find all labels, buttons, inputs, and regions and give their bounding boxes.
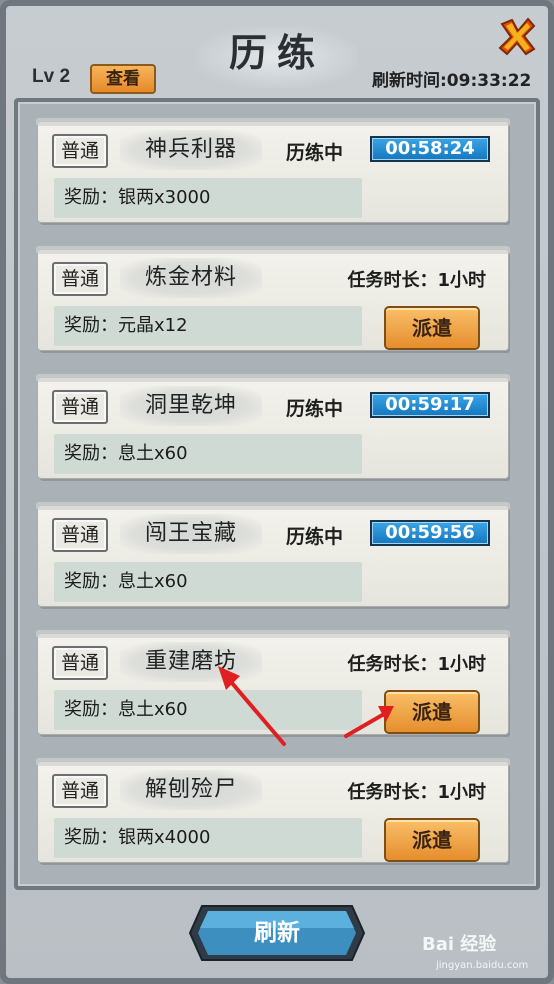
player-level: Lv 2 [32, 66, 71, 87]
task-card: 普通 洞里乾坤 历练中 00:59:17 奖励：息土x60 [36, 374, 510, 478]
close-button[interactable] [496, 16, 538, 58]
dispatch-button[interactable]: 派遣 [384, 690, 480, 734]
task-card: 普通 神兵利器 历练中 00:58:24 奖励：银两x3000 [36, 118, 510, 222]
dispatch-button[interactable]: 派遣 [384, 306, 480, 350]
task-status: 历练中 [286, 526, 344, 548]
task-name: 神兵利器 [120, 130, 262, 170]
task-reward: 奖励：银两x4000 [54, 818, 362, 858]
task-duration: 任务时长：1小时 [347, 782, 486, 803]
task-card: 普通 解刨殓尸 任务时长：1小时 奖励：银两x4000 派遣 [36, 758, 510, 862]
task-name: 解刨殓尸 [120, 770, 262, 810]
watermark-url: jingyan.baidu.com [436, 960, 529, 971]
task-status: 历练中 [286, 398, 344, 420]
page-title: 历练 [228, 31, 325, 75]
task-tag: 普通 [52, 774, 108, 808]
task-tag: 普通 [52, 646, 108, 680]
task-name: 重建磨坊 [120, 642, 262, 682]
task-duration: 任务时长：1小时 [347, 270, 486, 291]
task-name: 炼金材料 [120, 258, 262, 298]
task-reward: 奖励：银两x3000 [54, 178, 362, 218]
task-tag: 普通 [52, 518, 108, 552]
refresh-time: 刷新时间:09:33:22 [372, 71, 532, 91]
task-tag: 普通 [52, 390, 108, 424]
task-reward: 奖励：息土x60 [54, 434, 362, 474]
task-reward: 奖励：元晶x12 [54, 306, 362, 346]
task-card: 普通 炼金材料 任务时长：1小时 奖励：元晶x12 派遣 [36, 246, 510, 350]
task-name: 闯王宝藏 [120, 514, 262, 554]
task-card: 普通 闯王宝藏 历练中 00:59:56 奖励：息土x60 [36, 502, 510, 606]
task-duration: 任务时长：1小时 [347, 654, 486, 675]
task-status: 历练中 [286, 142, 344, 164]
refresh-button[interactable]: 刷新 [188, 904, 366, 962]
task-reward: 奖励：息土x60 [54, 562, 362, 602]
task-tag: 普通 [52, 134, 108, 168]
close-x-icon [498, 17, 536, 56]
task-reward: 奖励：息土x60 [54, 690, 362, 730]
task-timer: 00:59:56 [370, 520, 490, 546]
watermark: Bai 经验 [422, 934, 497, 955]
dispatch-button[interactable]: 派遣 [384, 818, 480, 862]
task-timer: 00:59:17 [370, 392, 490, 418]
task-name: 洞里乾坤 [120, 386, 262, 426]
task-timer: 00:58:24 [370, 136, 490, 162]
view-button[interactable]: 查看 [90, 64, 156, 94]
task-card: 普通 重建磨坊 任务时长：1小时 奖励：息土x60 派遣 [36, 630, 510, 734]
refresh-label: 刷新 [254, 920, 300, 946]
task-tag: 普通 [52, 262, 108, 296]
